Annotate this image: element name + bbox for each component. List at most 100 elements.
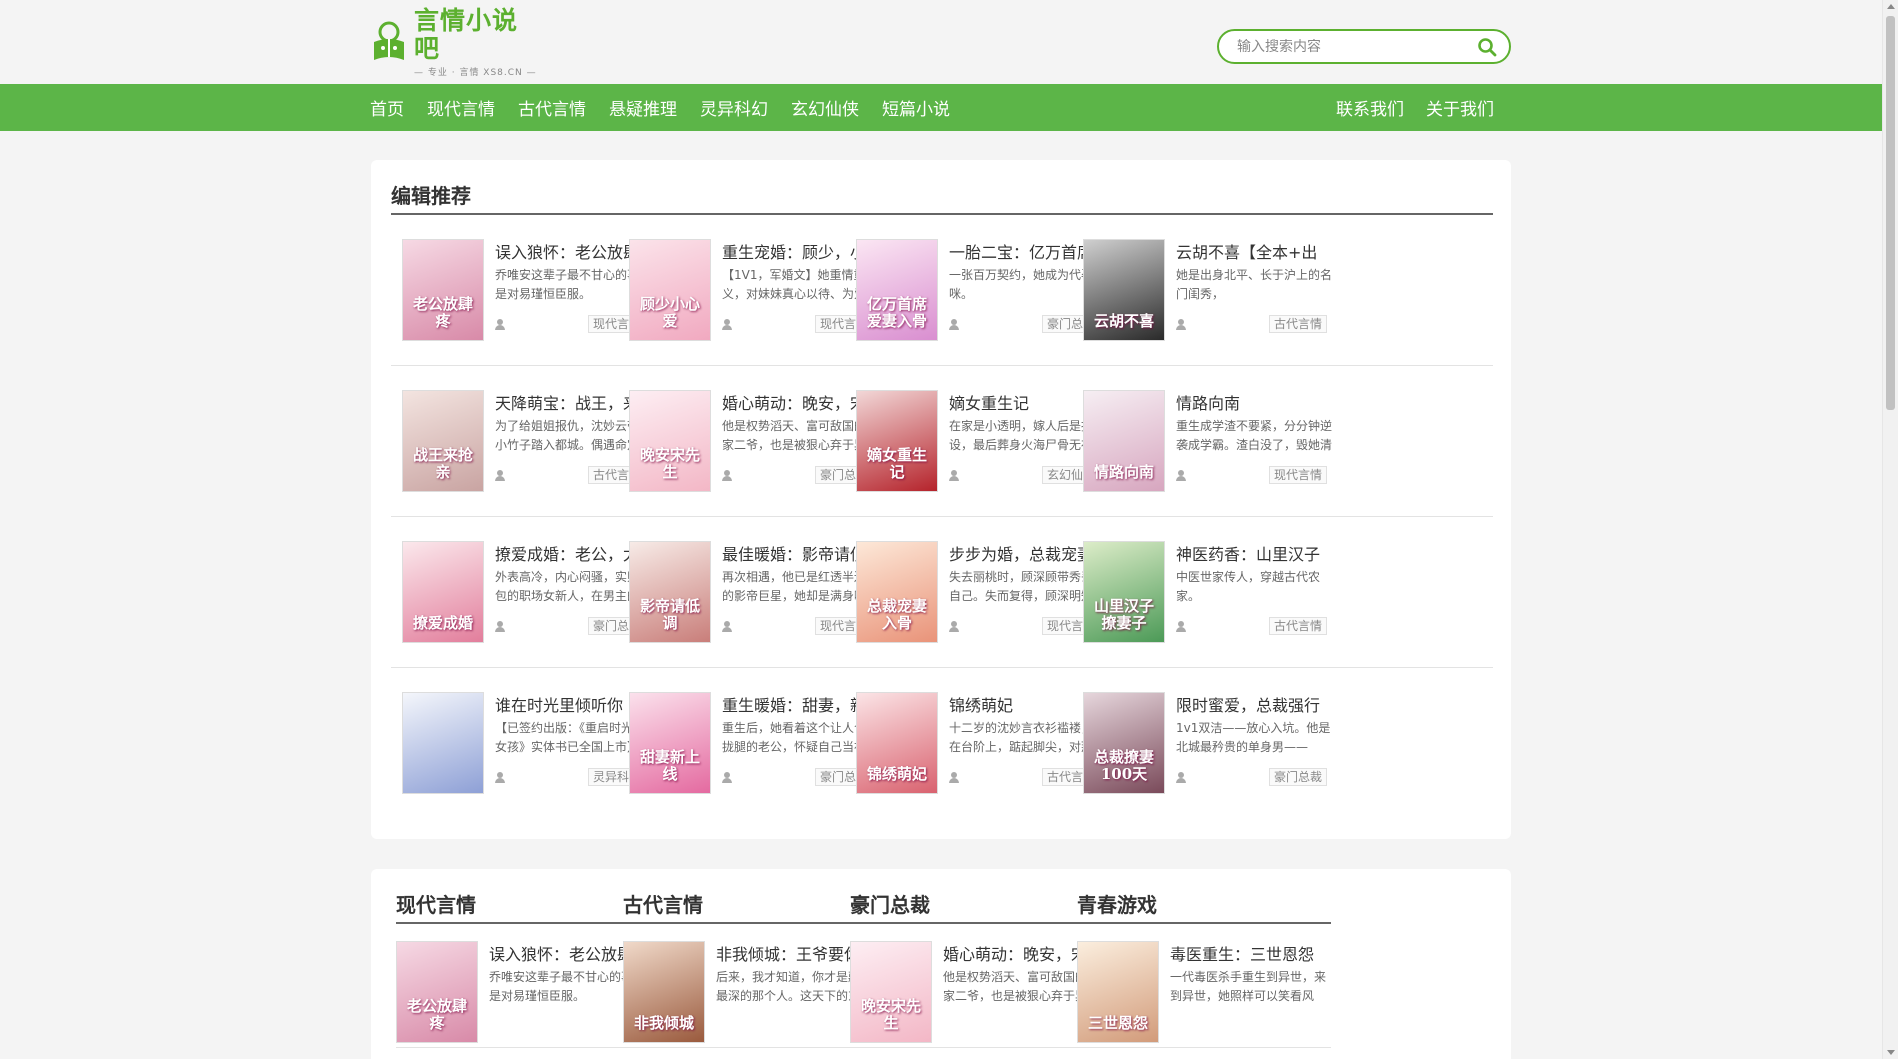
scroll-up-icon[interactable] <box>1887 4 1895 9</box>
book-card[interactable]: 顾少小心爱 重生宠婚：顾少，小 【1V1，军婚文】她重情重义，对妹妹真心以待、为爱人… <box>618 239 878 341</box>
book-description: 她是出身北平、长于沪上的名门闺秀， <box>1176 268 1333 301</box>
category-title[interactable]: 青春游戏 <box>1077 889 1157 918</box>
book-cover[interactable] <box>402 692 484 794</box>
author-icon <box>1176 470 1186 481</box>
book-cover[interactable]: 撩爱成婚 <box>402 541 484 643</box>
cover-title: 锦绣萌妃 <box>866 765 927 783</box>
author-icon <box>722 621 732 632</box>
nav-supernatural-scifi[interactable]: 灵异科幻 <box>700 95 768 120</box>
scroll-thumb[interactable] <box>1886 16 1895 410</box>
book-cover[interactable]: 晚安宋先生 <box>850 941 932 1043</box>
book-title[interactable]: 非我倾城：王爷要休 <box>716 941 868 965</box>
book-card[interactable]: 嫡女重生记 嫡女重生记 在家是小透明，嫁人后是摆设，最后葬身火海尸骨无存， 玄幻仙侠 <box>845 390 1105 492</box>
category-book[interactable]: 三世恩怨 毒医重生：三世恩怨 一代毒医杀手重生到异世，来到异世，她照样可以笑看风 <box>1077 941 1331 1043</box>
book-cover[interactable]: 山里汉子撩妻子 <box>1083 541 1165 643</box>
genre-tag[interactable]: 古代言情 <box>1268 315 1327 333</box>
book-cover[interactable]: 三世恩怨 <box>1077 941 1159 1043</box>
book-card[interactable]: 锦绣萌妃 锦绣萌妃 十二岁的沈妙言衣衫褴褛，站在台阶上，踮起脚尖，对那位 古代言情 <box>845 692 1105 794</box>
cover-title: 总裁宠妻入骨 <box>866 597 927 632</box>
book-description: 中医世家传人，穿越古代农家。 <box>1176 570 1321 603</box>
book-title[interactable]: 婚心萌动：晚安，宋 <box>943 941 1095 965</box>
category-title[interactable]: 豪门总裁 <box>850 889 930 918</box>
nav-modern-romance[interactable]: 现代言情 <box>427 95 495 120</box>
book-title[interactable]: 云胡不喜【全本+出 <box>1176 239 1328 263</box>
book-card[interactable]: 总裁宠妻入骨 步步为婚，总裁宠妻 失去丽桃时，顾深顾带秀丢了自己。失而复得，顾深明知… <box>845 541 1105 643</box>
book-cover[interactable]: 嫡女重生记 <box>856 390 938 492</box>
nav-fantasy[interactable]: 玄幻仙侠 <box>791 95 859 120</box>
nav-ancient-romance[interactable]: 古代言情 <box>518 95 586 120</box>
cover-title: 三世恩怨 <box>1087 1014 1148 1032</box>
book-card[interactable]: 撩爱成婚 撩爱成婚：老公，太 外表高冷，内心闷骚，实则怂包的职场女新人，在男主的黑豪… <box>391 541 651 643</box>
book-title[interactable]: 限时蜜爱，总裁强行 <box>1176 692 1328 716</box>
book-description: 重生成学渣不要紧，分分钟逆袭成学霸。渣白没了，毁她清 <box>1176 419 1333 452</box>
book-cover[interactable]: 情路向南 <box>1083 390 1165 492</box>
book-cover[interactable]: 晚安宋先生 <box>629 390 711 492</box>
site-logo[interactable]: 言情小说吧 — 专业 · 言情 XS8.CN — <box>370 6 540 78</box>
book-card[interactable]: 晚安宋先生 婚心萌动：晚安，宋 他是权势滔天、富可敌国的苏家二爷，也是被狠心弃于异国… <box>618 390 878 492</box>
cover-title: 顾少小心爱 <box>639 295 700 330</box>
book-cover[interactable]: 云胡不喜 <box>1083 239 1165 341</box>
book-card[interactable]: 情路向南 情路向南 重生成学渣不要紧，分分钟逆袭成学霸。渣白没了，毁她清 现代言情 <box>1072 390 1332 492</box>
book-cover[interactable]: 老公放肆疼 <box>396 941 478 1043</box>
book-title[interactable]: 毒医重生：三世恩怨 <box>1170 941 1322 965</box>
book-cover[interactable]: 顾少小心爱 <box>629 239 711 341</box>
author-icon <box>495 319 505 330</box>
book-title[interactable]: 神医药香：山里汉子 <box>1176 541 1328 565</box>
book-card[interactable]: 战王来抢亲 天降萌宝：战王，来 为了给姐姐报仇，沈妙云带着小竹子踏入都城。偶遇命定之… <box>391 390 651 492</box>
book-cover[interactable]: 锦绣萌妃 <box>856 692 938 794</box>
nav-contact[interactable]: 联系我们 <box>1336 95 1404 120</box>
genre-tag[interactable]: 现代言情 <box>1268 466 1327 484</box>
book-card[interactable]: 亿万首席爱妻入骨 一胎二宝：亿万首席 一张百万契约，她成为代孕妈咪。 豪门总裁 <box>845 239 1105 341</box>
author-icon <box>722 319 732 330</box>
cover-title: 老公放肆疼 <box>412 295 473 330</box>
book-title[interactable]: 误入狼怀：老公放肆 <box>489 941 641 965</box>
genre-tag[interactable]: 古代言情 <box>1268 617 1327 635</box>
author-icon <box>1176 772 1186 783</box>
category-title[interactable]: 现代言情 <box>396 889 476 918</box>
scroll-down-icon[interactable] <box>1887 1050 1895 1055</box>
book-cover[interactable]: 总裁撩妻100天 <box>1083 692 1165 794</box>
category-book[interactable]: 非我倾城 非我倾城：王爷要休 后来，我才知道，你才是藏得最深的那个人。这天下的东西 <box>623 941 877 1043</box>
book-cover[interactable]: 总裁宠妻入骨 <box>856 541 938 643</box>
page-scrollbar[interactable] <box>1882 0 1898 1059</box>
nav-short-stories[interactable]: 短篇小说 <box>882 95 950 120</box>
cover-title: 战王来抢亲 <box>412 446 473 481</box>
nav-mystery[interactable]: 悬疑推理 <box>609 95 677 120</box>
cover-title: 嫡女重生记 <box>866 446 927 481</box>
nav-home[interactable]: 首页 <box>370 95 404 120</box>
cover-title: 山里汉子撩妻子 <box>1093 597 1154 632</box>
nav-about[interactable]: 关于我们 <box>1426 95 1494 120</box>
genre-tag[interactable]: 豪门总裁 <box>1268 768 1327 786</box>
book-cover[interactable]: 亿万首席爱妻入骨 <box>856 239 938 341</box>
category-divider <box>1077 922 1331 924</box>
book-cover[interactable]: 影帝请低调 <box>629 541 711 643</box>
author-icon <box>1176 319 1186 330</box>
book-grid: 老公放肆疼 误入狼怀：老公放肆 乔唯安这辈子最不甘心的事就是对易瑾恒臣服。 现代言情顾… <box>391 215 1493 819</box>
book-card[interactable]: 影帝请低调最佳暖婚：影帝请低再次相遇，他已是红透半边天的影帝巨星，她却是满身咖啡… <box>618 541 878 643</box>
book-card[interactable]: 老公放肆疼 误入狼怀：老公放肆 乔唯安这辈子最不甘心的事就是对易瑾恒臣服。 现代言情 <box>391 239 651 341</box>
cover-title: 亿万首席爱妻入骨 <box>866 295 927 330</box>
category-book-divider <box>623 1047 877 1048</box>
book-card[interactable]: 甜妻新上线 重生暖婚：甜妻，新 重生后，她看着这个让人合不拢腿的老公，怀疑自己当初豪… <box>618 692 878 794</box>
book-card[interactable]: 总裁撩妻100天 限时蜜爱，总裁强行 1v1双洁——放心入坑。他是北城最矜贵的单身男… <box>1072 692 1330 794</box>
cover-title: 甜妻新上线 <box>639 748 700 783</box>
cover-title: 影帝请低调 <box>639 597 700 632</box>
author-icon <box>495 621 505 632</box>
book-card[interactable]: 山里汉子撩妻子 神医药香：山里汉子中医世家传人，穿越古代农家。古代言情 <box>1072 541 1327 643</box>
site-header: 言情小说吧 — 专业 · 言情 XS8.CN — <box>0 0 1898 84</box>
book-cover[interactable]: 非我倾城 <box>623 941 705 1043</box>
category-book[interactable]: 晚安宋先生 婚心萌动：晚安，宋 他是权势滔天、富可敌国的苏家二爷，也是被狠心弃于异国 <box>850 941 1104 1043</box>
book-cover[interactable]: 甜妻新上线 <box>629 692 711 794</box>
book-card[interactable]: 谁在时光里倾听你 【已签约出版：《重启时光的女孩》实体书已全国上市】 灵异科幻 <box>391 692 646 794</box>
author-icon <box>949 470 959 481</box>
search-input[interactable] <box>1219 38 1469 55</box>
search-icon[interactable] <box>1477 37 1497 57</box>
category-book-divider <box>850 1047 1104 1048</box>
book-title[interactable]: 情路向南 <box>1176 390 1328 414</box>
category-title[interactable]: 古代言情 <box>623 889 703 918</box>
category-book[interactable]: 老公放肆疼 误入狼怀：老公放肆 乔唯安这辈子最不甘心的事就是对易瑾恒臣服。 <box>396 941 650 1043</box>
book-card[interactable]: 云胡不喜 云胡不喜【全本+出她是出身北平、长于沪上的名门闺秀， 古代言情 <box>1072 239 1332 341</box>
logo-book-icon <box>370 20 408 64</box>
book-cover[interactable]: 战王来抢亲 <box>402 390 484 492</box>
book-cover[interactable]: 老公放肆疼 <box>402 239 484 341</box>
